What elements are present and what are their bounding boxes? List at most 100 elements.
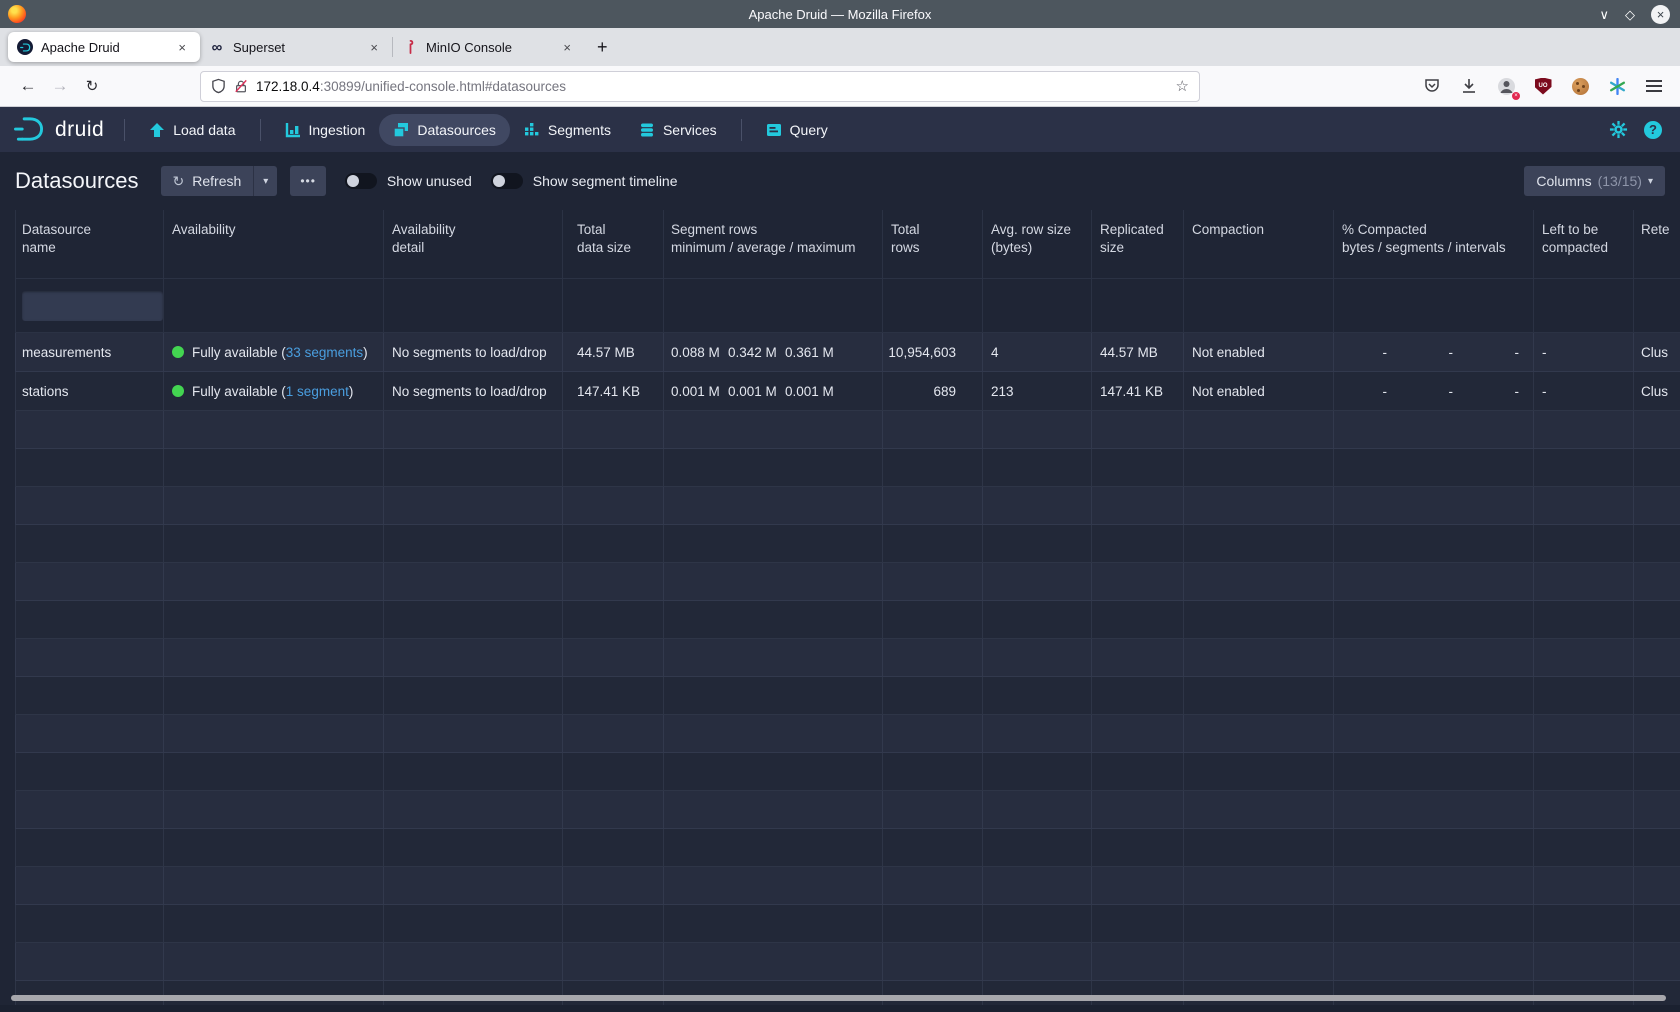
nav-item-load-data[interactable]: Load data	[135, 114, 249, 146]
nav-item-label: Datasources	[417, 122, 496, 138]
show-segment-timeline-toggle[interactable]	[491, 173, 523, 189]
refresh-icon: ↻	[173, 174, 185, 188]
cell-datasource-name: stations	[15, 372, 164, 411]
tab-superset[interactable]: ∞ Superset ×	[200, 32, 392, 62]
ublock-icon[interactable]: UO	[1531, 74, 1555, 98]
cell-availability: Fully available (33 segments)	[164, 333, 384, 372]
refresh-dropdown-button[interactable]: ▾	[253, 166, 277, 196]
column-header-total-data-size[interactable]: Totaldata size	[563, 210, 664, 279]
insecure-lock-icon[interactable]	[234, 79, 248, 94]
column-header-datasource-name[interactable]: Datasourcename	[15, 210, 164, 279]
druid-favicon-icon	[17, 39, 33, 55]
chevron-down-icon: ▾	[1648, 176, 1653, 187]
tab-strip: Apache Druid × ∞ Superset × MinIO Consol…	[0, 28, 1680, 66]
empty-table-row	[15, 867, 1680, 905]
page-header: Datasources ↻ Refresh ▾ ••• Show unused …	[0, 152, 1680, 210]
cell-total-rows: 689	[883, 372, 983, 411]
nav-item-services[interactable]: Services	[625, 114, 731, 146]
column-header-replicated-size[interactable]: Replicatedsize	[1092, 210, 1184, 279]
cell-segment-rows: 0.088 M0.342 M0.361 M	[664, 333, 883, 372]
empty-table-row	[15, 601, 1680, 639]
account-extension-icon[interactable]: ×	[1494, 74, 1518, 98]
tab-close-icon[interactable]: ×	[558, 39, 576, 56]
nav-divider	[124, 119, 125, 141]
columns-button[interactable]: Columns (13/15) ▾	[1524, 166, 1665, 196]
empty-table-row	[15, 411, 1680, 449]
window-close-icon[interactable]: ×	[1651, 5, 1670, 24]
forward-button[interactable]: →	[44, 76, 76, 96]
datasources-icon	[393, 122, 409, 138]
new-tab-button[interactable]: +	[585, 37, 620, 58]
empty-table-row	[15, 677, 1680, 715]
window-titlebar: Apache Druid — Mozilla Firefox ∨ ◇ ×	[0, 0, 1680, 28]
druid-navbar: druid Load data Ingestion Datasources Se…	[0, 107, 1680, 152]
nav-item-label: Load data	[173, 122, 235, 138]
segments-link[interactable]: 33 segments	[286, 345, 363, 360]
tab-title: MinIO Console	[426, 40, 558, 55]
available-status-dot	[172, 346, 184, 358]
datasources-table: Datasourcename Availability Availability…	[0, 210, 1680, 1012]
shield-icon[interactable]	[211, 78, 226, 94]
table-row-measurements[interactable]: measurements Fully available (33 segment…	[15, 333, 1680, 372]
nav-item-ingestion[interactable]: Ingestion	[271, 114, 380, 146]
pocket-icon[interactable]	[1420, 74, 1444, 98]
column-header-left-to-be-compacted[interactable]: Left to becompacted	[1534, 210, 1634, 279]
minio-favicon-icon	[402, 39, 418, 55]
tab-minio-console[interactable]: MinIO Console ×	[393, 32, 585, 62]
url-text: 172.18.0.4:30899/unified-console.html#da…	[256, 79, 566, 94]
table-header-row: Datasourcename Availability Availability…	[15, 210, 1680, 279]
empty-table-row	[15, 639, 1680, 677]
empty-table-row	[15, 449, 1680, 487]
more-actions-button[interactable]: •••	[290, 166, 326, 196]
empty-table-row	[15, 525, 1680, 563]
cookie-extension-icon[interactable]	[1568, 74, 1592, 98]
empty-table-row	[15, 487, 1680, 525]
horizontal-scrollbar[interactable]	[11, 995, 1666, 1001]
segments-link[interactable]: 1 segment	[286, 384, 349, 399]
empty-table-row	[15, 829, 1680, 867]
column-header-segment-rows[interactable]: Segment rowsminimum / average / maximum	[664, 210, 883, 279]
cell-compaction: Not enabled	[1184, 372, 1334, 411]
cell-total-data-size: 147.41 KB	[563, 372, 664, 411]
url-bar[interactable]: 172.18.0.4:30899/unified-console.html#da…	[200, 71, 1200, 102]
nav-item-query[interactable]: Query	[752, 114, 842, 146]
refresh-button[interactable]: ↻ Refresh	[161, 166, 254, 196]
column-header-avg-row-size[interactable]: Avg. row size(bytes)	[983, 210, 1092, 279]
settings-gear-icon[interactable]	[1609, 120, 1628, 139]
window-minimize-icon[interactable]: ∨	[1599, 8, 1609, 21]
nav-item-datasources[interactable]: Datasources	[379, 114, 510, 146]
bookmark-star-icon[interactable]: ☆	[1176, 77, 1189, 95]
cell-avg-row-size: 213	[983, 372, 1092, 411]
druid-brand[interactable]: druid	[12, 115, 104, 144]
asterisk-extension-icon[interactable]	[1605, 74, 1629, 98]
window-maximize-icon[interactable]: ◇	[1625, 8, 1635, 21]
tab-close-icon[interactable]: ×	[365, 39, 383, 56]
tab-close-icon[interactable]: ×	[173, 39, 191, 56]
cell-total-rows: 10,954,603	[883, 333, 983, 372]
show-unused-label: Show unused	[387, 173, 472, 189]
table-row-stations[interactable]: stations Fully available (1 segment) No …	[15, 372, 1680, 411]
datasource-name-filter-input[interactable]	[22, 291, 163, 321]
column-header-availability[interactable]: Availability	[164, 210, 384, 279]
show-unused-toggle[interactable]	[345, 173, 377, 189]
column-header-pct-compacted[interactable]: % Compactedbytes / segments / intervals	[1334, 210, 1534, 279]
downloads-icon[interactable]	[1457, 74, 1481, 98]
empty-table-row	[15, 715, 1680, 753]
cell-replicated-size: 44.57 MB	[1092, 333, 1184, 372]
empty-table-row	[15, 791, 1680, 829]
nav-item-segments[interactable]: Segments	[510, 114, 625, 146]
tab-apache-druid[interactable]: Apache Druid ×	[8, 32, 200, 62]
nav-item-label: Segments	[548, 122, 611, 138]
column-header-total-rows[interactable]: Totalrows	[883, 210, 983, 279]
column-header-compaction[interactable]: Compaction	[1184, 210, 1334, 279]
back-button[interactable]: ←	[12, 76, 44, 96]
menu-icon[interactable]	[1642, 74, 1666, 98]
reload-button[interactable]: ↻	[76, 77, 108, 95]
cell-avg-row-size: 4	[983, 333, 1092, 372]
column-header-availability-detail[interactable]: Availabilitydetail	[384, 210, 563, 279]
help-icon[interactable]: ?	[1644, 121, 1662, 139]
column-header-retention[interactable]: Rete	[1634, 210, 1680, 279]
cell-availability: Fully available (1 segment)	[164, 372, 384, 411]
table-filter-row	[15, 279, 1680, 333]
cell-left-to-be-compacted: -	[1534, 333, 1634, 372]
